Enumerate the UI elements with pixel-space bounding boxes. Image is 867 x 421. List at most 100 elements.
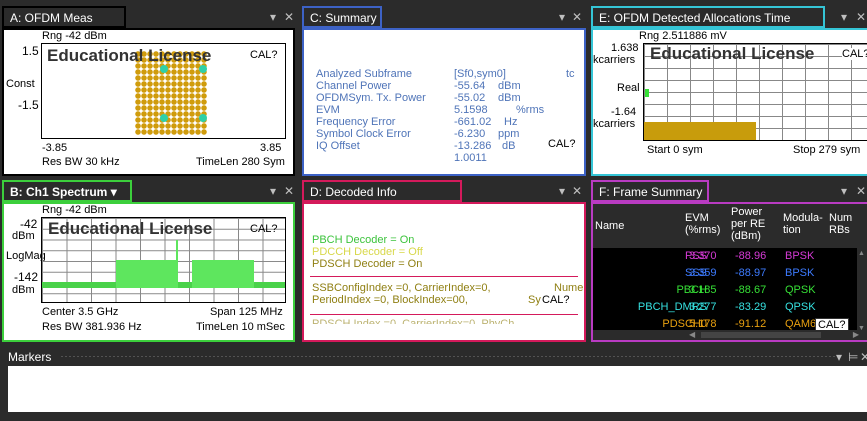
pin-icon[interactable]: ⊨ <box>848 350 858 364</box>
range-label: Rng -42 dBm <box>42 204 107 216</box>
dropdown-icon[interactable]: ▾ <box>270 10 276 24</box>
decoder-line: PDSCH Decoder = On <box>312 258 423 270</box>
markers-header: Markers ▾ ⊨ ✕ <box>0 346 867 366</box>
timelen-label: TimeLen 10 mSec <box>196 321 285 333</box>
pane-ofdm-meas: A: OFDM Meas ▾ ✕ Rng -42 dBm 1.5 Const -… <box>2 6 295 176</box>
dropdown-icon[interactable]: ▾ <box>841 184 847 198</box>
summary-value: 1.0011 <box>454 152 487 164</box>
period-tail: Sy <box>528 294 541 306</box>
row-evm: 3.370 <box>689 250 717 262</box>
dropdown-icon[interactable]: ▾ <box>270 184 276 198</box>
allocation-plot[interactable]: Educational License CAL? <box>643 43 867 141</box>
row-evm: 3.277 <box>689 301 717 313</box>
summary-label: Symbol Clock Error <box>316 128 411 140</box>
close-icon[interactable]: ✕ <box>284 10 294 24</box>
close-icon[interactable]: ✕ <box>860 350 867 364</box>
summary-label: EVM <box>316 104 340 116</box>
dropdown-icon[interactable]: ▾ <box>559 10 565 24</box>
start-label: Start 0 sym <box>647 144 703 156</box>
y-bottom-unit: dBm <box>12 284 35 296</box>
row-power: -88.67 <box>735 284 767 296</box>
pdsch-line: PDSCH Index =0, CarrierIndex=0, PhyCh <box>312 318 515 324</box>
summary-value: -661.02 <box>454 116 492 128</box>
summary-label: Analyzed Subframe <box>316 68 412 80</box>
dropdown-icon[interactable]: ▾ <box>111 185 117 199</box>
y-mid-label: LogMag <box>6 250 46 262</box>
summary-unit: %rms <box>516 104 545 116</box>
scroll-right-icon[interactable]: ▶ <box>853 330 859 339</box>
table-row[interactable]: PSS 3.370 -88.96 BPSK <box>593 248 857 265</box>
frame-table-header: Name EVM (%rms) Power per RE (dBm) Modul… <box>593 204 867 248</box>
spectrum-band-right <box>192 260 254 288</box>
close-icon[interactable]: ✕ <box>856 10 866 24</box>
summary-value: 5.1598 <box>454 104 488 116</box>
y-mid-label: Real <box>617 82 640 94</box>
row-power: -88.97 <box>735 267 767 279</box>
allocation-marker <box>645 89 649 97</box>
dropdown-icon[interactable]: ▾ <box>841 10 847 24</box>
row-mod: QPSK <box>785 301 816 313</box>
period-line: PeriodIndex =0, BlockIndex=00, <box>312 294 468 306</box>
spectrum-band-left <box>116 260 178 288</box>
table-row[interactable]: SSS 3.359 -88.97 BPSK <box>593 265 857 282</box>
res-bw-label: Res BW 30 kHz <box>42 156 120 168</box>
scroll-up-icon[interactable]: ▲ <box>858 250 865 257</box>
x-right-label: 3.85 <box>260 142 282 154</box>
y-bottom-label: -1.5 <box>18 98 39 112</box>
row-mod: QPSK <box>785 284 816 296</box>
row-mod: QAM6 <box>785 318 817 330</box>
ssb-config-tail: Numerc <box>554 282 584 294</box>
allocation-block <box>644 122 756 140</box>
row-power: -88.96 <box>735 250 767 262</box>
dropdown-icon[interactable]: ▾ <box>836 350 842 364</box>
y-top-unit: kcarriers <box>593 54 636 66</box>
summary-unit: dBm <box>498 92 521 104</box>
close-icon[interactable]: ✕ <box>572 10 582 24</box>
col-name: Name <box>595 220 625 232</box>
pane-d-tab[interactable]: D: Decoded Info <box>302 180 462 202</box>
markers-pane: Markers ▾ ⊨ ✕ <box>0 346 867 421</box>
row-mod: BPSK <box>785 250 815 262</box>
vertical-scrollbar[interactable]: ▲ ▼ <box>857 248 867 334</box>
spectrum-plot[interactable]: Educational License CAL? <box>41 217 286 303</box>
y-top-label: 1.638 <box>611 42 639 54</box>
center-label: Center 3.5 GHz <box>42 306 119 318</box>
col-modulation: Modula- tion <box>783 212 823 236</box>
timelen-label: TimeLen 280 Sym <box>196 156 285 168</box>
summary-value: -6.230 <box>454 128 486 140</box>
close-icon[interactable]: ✕ <box>856 184 866 198</box>
pilot-point <box>160 65 168 73</box>
pane-d-body: PBCH Decoder = On PDCCH Decoder = Off PD… <box>302 202 586 342</box>
pane-c-body: Analyzed Subframe [Sf0,sym0] tc Channel Po… <box>302 28 586 176</box>
markers-body[interactable] <box>8 366 867 412</box>
table-row[interactable]: PBCH 3.185 -88.67 QPSK <box>593 282 857 299</box>
cal-indicator: CAL? <box>542 294 570 306</box>
decoder-line: PDCCH Decoder = Off <box>312 246 423 258</box>
dropdown-icon[interactable]: ▾ <box>559 184 565 198</box>
constellation-plot[interactable]: Educational License CAL? <box>41 43 286 139</box>
pane-b-tab[interactable]: B: Ch1 Spectrum ▾ <box>2 180 132 202</box>
stop-label: Stop 279 sym <box>793 144 861 156</box>
markers-title: Markers <box>8 350 52 364</box>
horizontal-scrollbar[interactable]: ◀ ▶ <box>593 330 867 340</box>
pane-c-tab[interactable]: C: Summary <box>302 6 382 28</box>
grip-pattern <box>60 355 835 358</box>
frame-table-body: PSS 3.370 -88.96 BPSK SSS 3.359 -88.97 B… <box>593 248 857 334</box>
pane-f-body: Name EVM (%rms) Power per RE (dBm) Modul… <box>591 202 867 342</box>
pane-a-tab[interactable]: A: OFDM Meas <box>2 6 126 28</box>
table-row[interactable]: PBCH_DMRS 3.277 -83.29 QPSK <box>593 299 857 316</box>
scroll-left-icon[interactable]: ◀ <box>689 330 695 339</box>
y-bottom-label: -142 <box>14 270 39 284</box>
range-label: Rng 2.511886 mV <box>639 30 727 42</box>
range-label: Rng -42 dBm <box>42 30 107 42</box>
x-left-label: -3.85 <box>42 142 68 154</box>
y-top-unit: dBm <box>12 230 35 242</box>
close-icon[interactable]: ✕ <box>572 184 582 198</box>
pane-f-tab[interactable]: F: Frame Summary <box>591 180 709 202</box>
scroll-thumb[interactable] <box>701 332 821 338</box>
cal-indicator: CAL? <box>548 138 576 150</box>
row-evm: 3.185 <box>689 284 717 296</box>
pane-e-tab[interactable]: E: OFDM Detected Allocations Time <box>591 6 825 28</box>
close-icon[interactable]: ✕ <box>284 184 294 198</box>
summary-unit: dB <box>502 140 516 152</box>
